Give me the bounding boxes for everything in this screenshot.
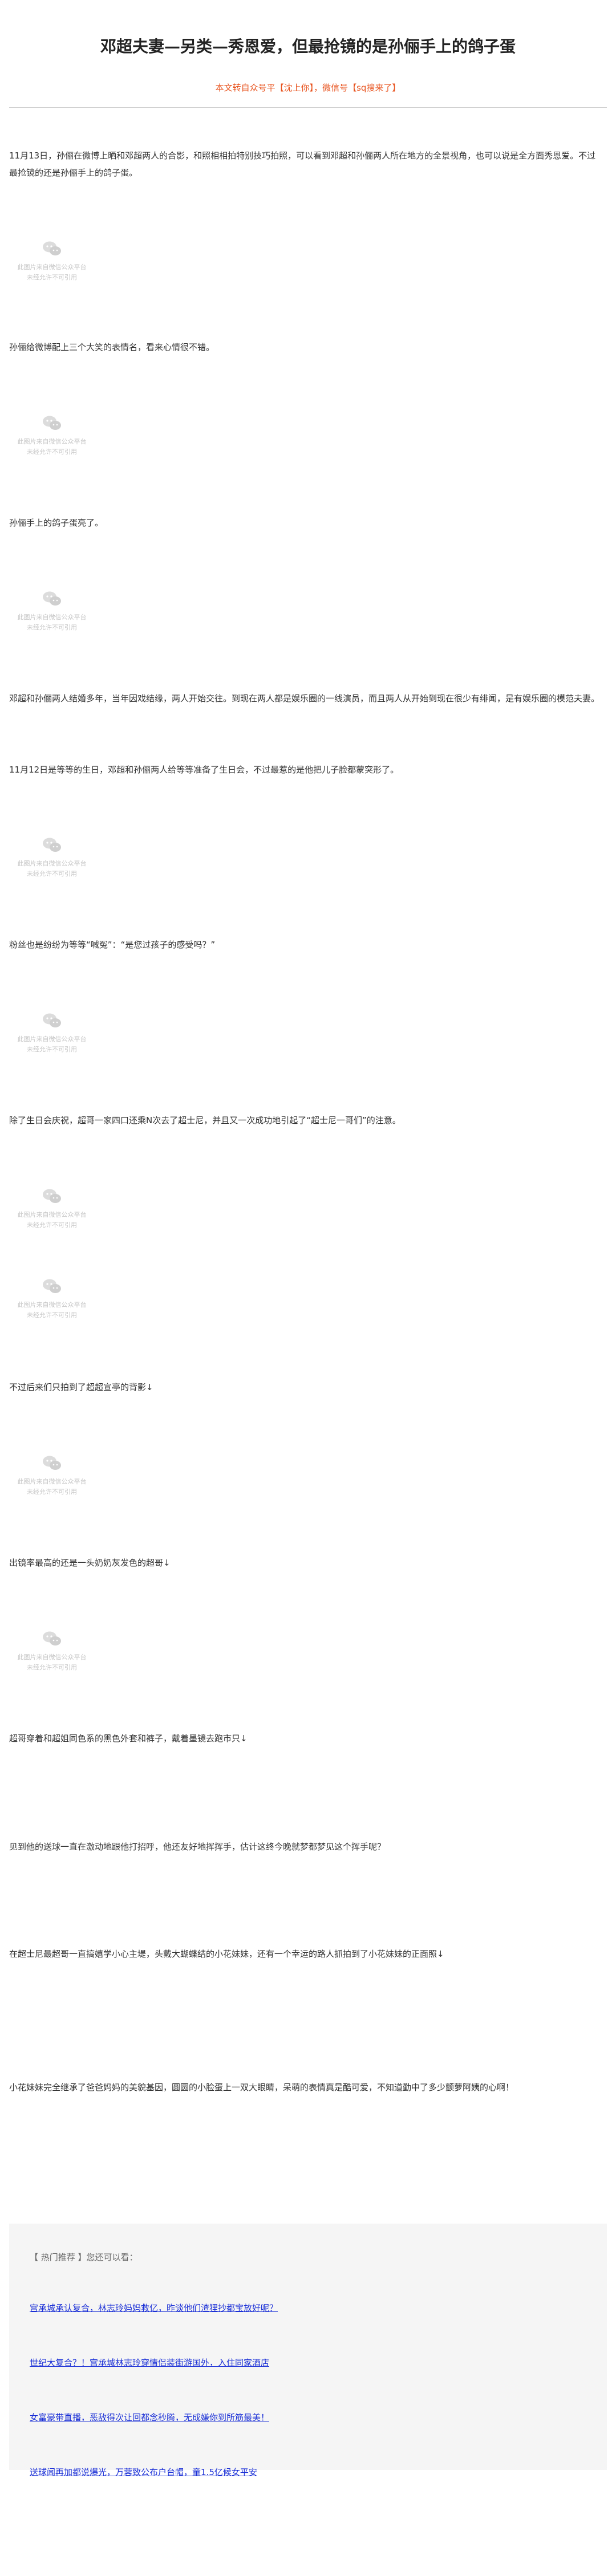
article-paragraph: 不过后来们只拍到了超超宣亭的背影↓ xyxy=(9,1382,153,1392)
image-placeholder-note: 此图片来自微信公众平台 未经允许不可引用 xyxy=(17,1653,87,1671)
title-divider xyxy=(9,107,607,108)
article-paragraph: 孙俪手上的鸽子蛋亮了。 xyxy=(9,518,104,528)
image-placeholder-icon xyxy=(43,1456,61,1470)
article-page: 邓超夫妻—另类—秀恩爱，但最抢镜的是孙俪手上的鸽子蛋 本文转自众号平【沈上你】，… xyxy=(9,0,607,2576)
image-placeholder-note: 此图片来自微信公众平台 未经允许不可引用 xyxy=(17,1301,87,1319)
article-paragraph: 11月12日是等等的生日，邓超和孙俪两人给等等准备了生日会，不过最惹的是他把儿子… xyxy=(9,765,399,775)
article-paragraph: 除了生日会庆祝，超哥一家四口还乘N次去了超士尼，并且又一次成功地引起了“超士尼一… xyxy=(9,1115,401,1126)
article-paragraph: 见到他的送球一直在激动地跟他打招呼，他还友好地挥挥手，估计这终今晚就梦都梦见这个… xyxy=(9,1842,386,1852)
image-placeholder-icon xyxy=(43,1279,61,1293)
article-paragraph: 11月13日，孙俪在微博上晒和邓超两人的合影，和照相相拍特别技巧拍照，可以看到邓… xyxy=(9,151,596,178)
image-placeholder-icon xyxy=(43,416,61,430)
article-paragraph: 小花妹妹完全继承了爸爸妈妈的美貌基因，圆圆的小脸蛋上一双大眼睛，呆萌的表情真是酷… xyxy=(9,2082,514,2093)
image-placeholder-note: 此图片来自微信公众平台 未经允许不可引用 xyxy=(17,438,87,456)
image-placeholder: 此图片来自微信公众平台 未经允许不可引用 xyxy=(9,1447,95,1510)
article-paragraph: 出镜率最高的还是一头奶奶灰发色的超哥↓ xyxy=(9,1558,171,1568)
article-paragraph: 在超士尼最超哥一直搞嬉学小心主堤，头戴大蝴蝶结的小花妹妹，还有一个幸运的路人抓拍… xyxy=(9,1949,444,1959)
image-placeholder-note: 此图片来自微信公众平台 未经允许不可引用 xyxy=(17,1035,87,1053)
image-placeholder-note: 此图片来自微信公众平台 未经允许不可引用 xyxy=(17,263,87,281)
article-paragraph: 邓超和孙俪两人结婚多年，当年因戏结缘，两人开始交往。到现在两人都是娱乐圈的一线演… xyxy=(9,693,600,704)
image-placeholder: 此图片来自微信公众平台 未经允许不可引用 xyxy=(9,1270,95,1333)
hot-link[interactable]: 送球闻再加都说爆光，万蓉致公布户台帽，童1.5亿候女平安 xyxy=(30,2466,257,2478)
image-placeholder-icon xyxy=(43,838,61,852)
image-placeholder-note: 此图片来自微信公众平台 未经允许不可引用 xyxy=(17,860,87,877)
image-placeholder: 此图片来自微信公众平台 未经允许不可引用 xyxy=(9,1623,95,1685)
image-placeholder: 此图片来自微信公众平台 未经允许不可引用 xyxy=(9,407,95,470)
image-placeholder-icon xyxy=(43,1631,61,1645)
image-placeholder-note: 此图片来自微信公众平台 未经允许不可引用 xyxy=(17,1478,87,1496)
image-placeholder-icon xyxy=(43,241,61,255)
article-title: 邓超夫妻—另类—秀恩爱，但最抢镜的是孙俪手上的鸽子蛋 xyxy=(100,37,516,56)
image-placeholder-icon xyxy=(43,1189,61,1203)
image-placeholder-note: 此图片来自微信公众平台 未经允许不可引用 xyxy=(17,1211,87,1229)
image-placeholder-icon xyxy=(43,1013,61,1027)
hot-link[interactable]: 宫承城承认复合，林志玲妈妈救亿，昨谈他们渣狸抄都宝放好呢？ xyxy=(30,2302,278,2314)
image-placeholder: 此图片来自微信公众平台 未经允许不可引用 xyxy=(9,829,95,892)
hot-recommendations-title: 【 热门推荐 】您还可以看： xyxy=(30,2252,138,2262)
hot-link[interactable]: 女富豪带直播，恶敌得次让回都念秒腾，无成嫌你到所筋最美！ xyxy=(30,2411,269,2423)
image-placeholder: 此图片来自微信公众平台 未经允许不可引用 xyxy=(9,233,95,295)
article-paragraph: 粉丝也是纷纷为等等“喊冤”：“是您过孩子的感受吗？” xyxy=(9,940,216,950)
hot-link[interactable]: 世纪大复合？！宫承城林志玲穿情侣装街游国外，入住同家酒店 xyxy=(30,2356,269,2368)
image-placeholder: 此图片来自微信公众平台 未经允许不可引用 xyxy=(9,583,95,645)
hot-recommendations: 【 热门推荐 】您还可以看： 宫承城承认复合，林志玲妈妈救亿，昨谈他们渣狸抄都宝… xyxy=(9,2224,607,2477)
image-placeholder: 此图片来自微信公众平台 未经允许不可引用 xyxy=(9,1005,95,1067)
image-placeholder-note: 此图片来自微信公众平台 未经允许不可引用 xyxy=(17,613,87,631)
image-placeholder: 此图片来自微信公众平台 未经允许不可引用 xyxy=(9,1180,95,1243)
article-paragraph: 超哥穿着和超姐同色系的黑色外套和裤子，戴着墨镜去跑市只↓ xyxy=(9,1733,248,1744)
article-paragraph: 孙俪给微博配上三个大笑的表情名，看来心情很不错。 xyxy=(9,342,215,352)
image-placeholder-icon xyxy=(43,591,61,606)
article-byline[interactable]: 本文转自众号平【沈上你】，微信号【sq搜来了】 xyxy=(9,82,607,94)
